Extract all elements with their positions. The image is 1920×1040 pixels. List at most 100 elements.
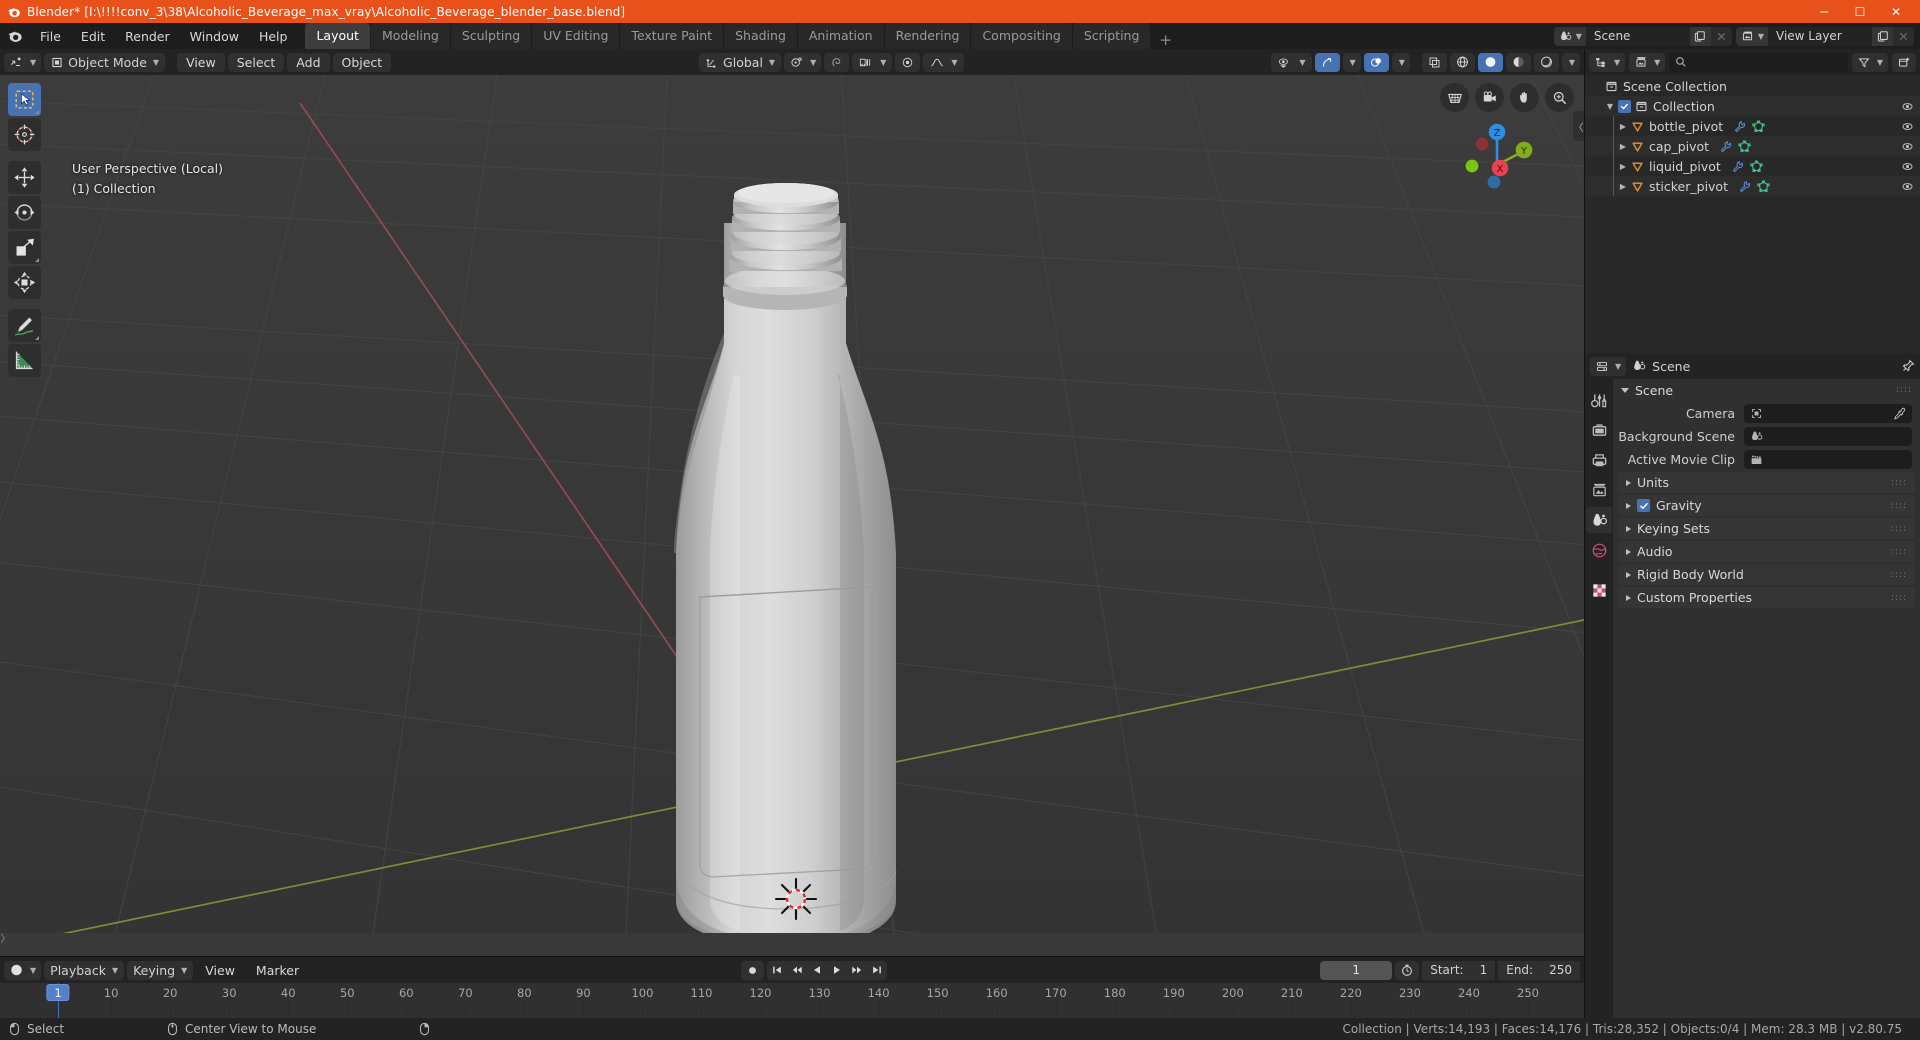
visibility-selector[interactable]: ▼	[1271, 52, 1312, 72]
timeline-menu-keying[interactable]: Keying ▼	[127, 960, 194, 980]
properties-tab-tool[interactable]	[1586, 387, 1612, 413]
measure-tool[interactable]	[8, 344, 41, 377]
hide-in-viewport-toggle[interactable]	[1901, 140, 1914, 153]
modifier-icon-wrap[interactable]	[1738, 180, 1751, 193]
new-view-layer-button[interactable]	[1872, 26, 1893, 46]
panel-header-gravity[interactable]: Gravity ::::	[1618, 495, 1915, 516]
scene-name[interactable]: Scene	[1585, 26, 1690, 46]
mesh-data-icon-wrap[interactable]	[1750, 160, 1763, 173]
panel-header-custom-properties[interactable]: Custom Properties ::::	[1618, 587, 1915, 608]
modifier-icon-wrap[interactable]	[1733, 120, 1746, 133]
disclosure-triangle-icon[interactable]: ▶	[1615, 122, 1631, 131]
viewport-menu-add[interactable]: Add	[287, 52, 330, 72]
zoom-view-icon[interactable]	[1545, 83, 1574, 112]
tab-compositing[interactable]: Compositing	[971, 23, 1072, 49]
tweak-select-box-tool[interactable]	[8, 83, 41, 116]
outliner-row-liquid-pivot[interactable]: ▶ liquid_pivot	[1585, 156, 1920, 176]
proportional-edit-toggle[interactable]	[895, 52, 921, 72]
timeline-ruler[interactable]: 10 20 30 40 50 60 70 80 90 100 110 120 130 140 150 160 1…	[0, 983, 1584, 1003]
snap-settings-selector[interactable]: ▼	[852, 52, 893, 72]
properties-tab-output[interactable]	[1586, 447, 1612, 473]
tab-shading[interactable]: Shading	[724, 23, 797, 49]
timeline-track-area[interactable]: 10 20 30 40 50 60 70 80 90 100 110 120 130 140 150 160 1…	[0, 983, 1584, 1018]
mesh-data-icon-wrap[interactable]	[1752, 120, 1765, 133]
toolbar-collapse-arrow[interactable]: 〉	[0, 924, 11, 950]
active-movie-clip-field[interactable]	[1744, 450, 1912, 469]
menu-render[interactable]: Render	[115, 23, 180, 49]
mesh-data-icon-wrap[interactable]	[1738, 140, 1751, 153]
menu-window[interactable]: Window	[180, 23, 249, 49]
add-workspace-button[interactable]: +	[1151, 31, 1180, 49]
properties-tab-scene[interactable]	[1586, 507, 1612, 533]
toggle-orthographic-icon[interactable]	[1440, 83, 1469, 112]
viewport-menu-view[interactable]: View	[177, 52, 225, 72]
frame-end-field[interactable]: End: 250	[1498, 960, 1580, 980]
gravity-checkbox[interactable]	[1637, 499, 1650, 512]
tab-texture-paint[interactable]: Texture Paint	[620, 23, 724, 49]
maximize-button[interactable]: ☐	[1842, 0, 1878, 23]
menu-help[interactable]: Help	[249, 23, 298, 49]
jump-next-keyframe-button[interactable]	[847, 961, 867, 980]
outliner-new-collection-button[interactable]	[1892, 52, 1916, 72]
shading-settings-dropdown[interactable]: ▼	[1561, 52, 1580, 72]
scene-selector[interactable]: ▼ Scene ✕	[1553, 26, 1732, 46]
scene-browse-icon[interactable]: ▼	[1553, 26, 1586, 46]
annotate-tool[interactable]	[8, 309, 41, 342]
pan-view-icon[interactable]	[1510, 83, 1539, 112]
auto-keying-toggle[interactable]	[1395, 960, 1420, 980]
snap-toggle-button[interactable]	[824, 52, 850, 72]
outliner-editor-type-selector[interactable]: ▼	[1589, 52, 1626, 72]
view-layer-name[interactable]: View Layer	[1768, 26, 1872, 46]
hide-in-viewport-toggle[interactable]	[1901, 160, 1914, 173]
properties-tab-render[interactable]	[1586, 417, 1612, 443]
transform-orientation-selector[interactable]: Global ▼	[699, 52, 782, 72]
shading-wireframe-button[interactable]	[1449, 52, 1475, 72]
shading-solid-button[interactable]	[1477, 52, 1503, 72]
play-reverse-button[interactable]	[807, 961, 827, 980]
camera-view-icon[interactable]	[1475, 83, 1504, 112]
play-button[interactable]	[827, 961, 847, 980]
menu-edit[interactable]: Edit	[71, 23, 115, 49]
view-layer-browse-icon[interactable]: ▼	[1735, 26, 1768, 46]
hide-in-viewport-toggle[interactable]	[1901, 180, 1914, 193]
outliner-search-input[interactable]	[1669, 52, 1848, 72]
viewport-menu-select[interactable]: Select	[227, 52, 285, 72]
timeline-editor-type-selector[interactable]: ▼	[4, 960, 42, 980]
tab-animation[interactable]: Animation	[797, 23, 884, 49]
proportional-falloff-selector[interactable]: ▼	[923, 52, 964, 72]
properties-tab-view-layer[interactable]	[1586, 477, 1612, 503]
cursor-tool[interactable]	[8, 118, 41, 151]
unlink-scene-button[interactable]: ✕	[1710, 26, 1732, 46]
tab-scripting[interactable]: Scripting	[1072, 23, 1151, 49]
timeline-menu-playback[interactable]: Playback ▼	[44, 960, 125, 980]
properties-tab-texture[interactable]	[1586, 577, 1612, 603]
editor-type-selector[interactable]: ▼	[4, 52, 42, 72]
rotate-tool[interactable]	[8, 196, 41, 229]
viewport-menu-object[interactable]: Object	[332, 52, 392, 72]
menu-file[interactable]: File	[30, 23, 71, 49]
panel-header-units[interactable]: Units ::::	[1618, 472, 1915, 493]
timeline-menu-view[interactable]: View	[196, 961, 244, 980]
disclosure-triangle-icon[interactable]: ▼	[1602, 102, 1618, 111]
current-frame-field[interactable]: 1	[1320, 960, 1393, 980]
outliner-row-cap-pivot[interactable]: ▶ cap_pivot	[1585, 136, 1920, 156]
tab-rendering[interactable]: Rendering	[884, 23, 971, 49]
outliner-filter-button[interactable]: ▼	[1851, 52, 1888, 72]
record-keyframe-button[interactable]	[741, 960, 765, 980]
modifier-icon-wrap[interactable]	[1731, 160, 1744, 173]
tab-sculpting[interactable]: Sculpting	[450, 23, 532, 49]
scale-tool[interactable]	[8, 231, 41, 264]
frame-start-field[interactable]: Start: 1	[1422, 960, 1496, 980]
disclosure-triangle-icon[interactable]: ▶	[1615, 162, 1631, 171]
remove-view-layer-button[interactable]: ✕	[1893, 26, 1914, 46]
move-tool[interactable]	[8, 161, 41, 194]
show-overlays-toggle[interactable]	[1363, 52, 1389, 72]
panel-header-keying-sets[interactable]: Keying Sets ::::	[1618, 518, 1915, 539]
minimize-button[interactable]: ─	[1806, 0, 1842, 23]
transform-tool[interactable]	[8, 266, 41, 299]
outliner-row-collection[interactable]: ▼ Collection	[1585, 96, 1920, 116]
gizmo-settings-dropdown[interactable]: ▼	[1342, 52, 1361, 72]
tab-layout[interactable]: Layout	[305, 23, 370, 49]
interaction-mode-selector[interactable]: Object Mode ▼	[44, 52, 166, 72]
xray-toggle-button[interactable]	[1421, 52, 1447, 72]
